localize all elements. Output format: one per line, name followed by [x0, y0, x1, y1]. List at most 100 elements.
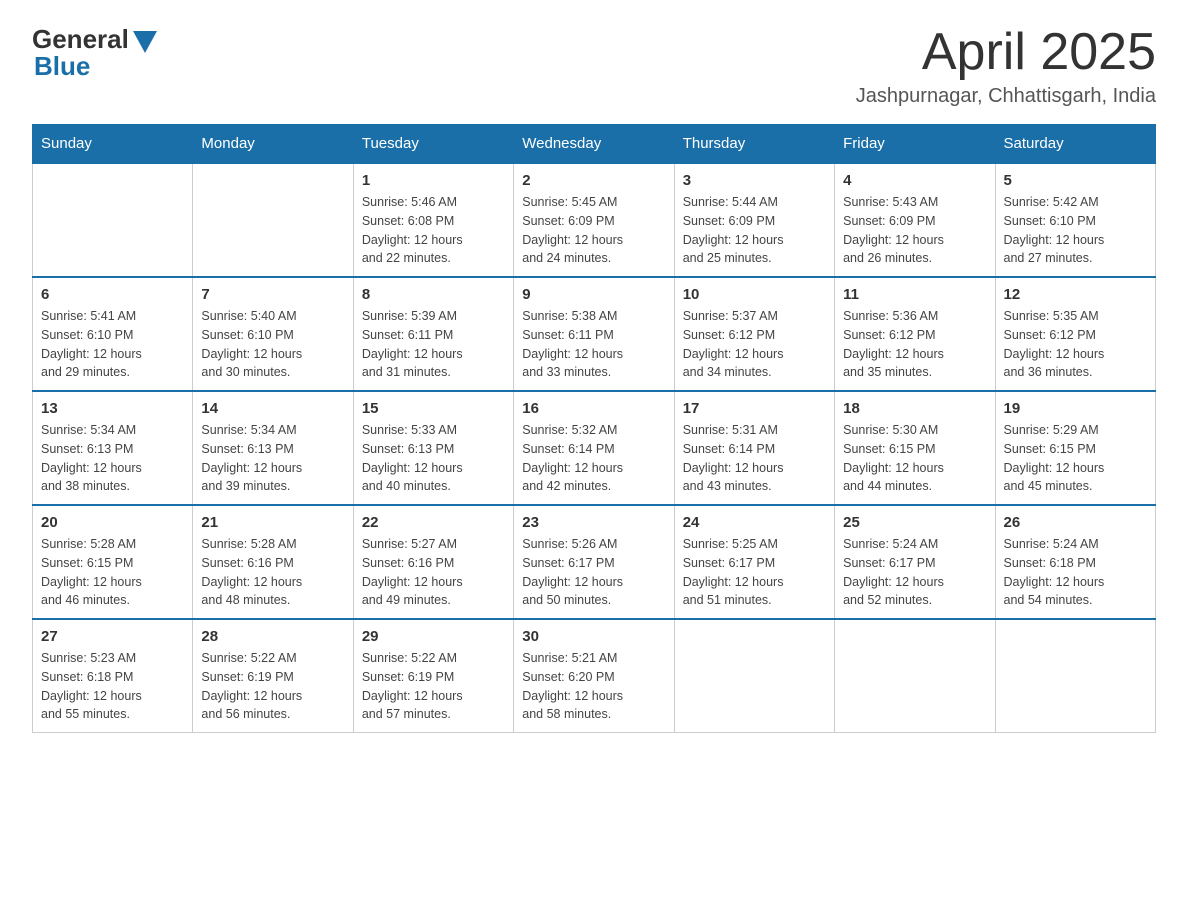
- day-info: Sunrise: 5:33 AMSunset: 6:13 PMDaylight:…: [362, 421, 505, 496]
- day-info: Sunrise: 5:35 AMSunset: 6:12 PMDaylight:…: [1004, 307, 1147, 382]
- calendar-cell: 6 Sunrise: 5:41 AMSunset: 6:10 PMDaylight…: [33, 277, 193, 391]
- day-info: Sunrise: 5:21 AMSunset: 6:20 PMDaylight:…: [522, 649, 665, 724]
- day-info: Sunrise: 5:36 AMSunset: 6:12 PMDaylight:…: [843, 307, 986, 382]
- main-title: April 2025: [856, 24, 1156, 81]
- calendar-cell: 22 Sunrise: 5:27 AMSunset: 6:16 PMDayligh…: [353, 505, 513, 619]
- day-number: 24: [683, 514, 826, 531]
- day-info: Sunrise: 5:26 AMSunset: 6:17 PMDaylight:…: [522, 535, 665, 610]
- calendar-cell: 30 Sunrise: 5:21 AMSunset: 6:20 PMDayligh…: [514, 619, 674, 733]
- calendar-cell: 12 Sunrise: 5:35 AMSunset: 6:12 PMDayligh…: [995, 277, 1155, 391]
- day-info: Sunrise: 5:45 AMSunset: 6:09 PMDaylight:…: [522, 193, 665, 268]
- calendar-cell: [674, 619, 834, 733]
- day-number: 19: [1004, 400, 1147, 417]
- day-number: 14: [201, 400, 344, 417]
- week-row-4: 20 Sunrise: 5:28 AMSunset: 6:15 PMDayligh…: [33, 505, 1156, 619]
- day-number: 22: [362, 514, 505, 531]
- day-number: 6: [41, 286, 184, 303]
- day-header-monday: Monday: [193, 125, 353, 164]
- day-number: 16: [522, 400, 665, 417]
- day-info: Sunrise: 5:42 AMSunset: 6:10 PMDaylight:…: [1004, 193, 1147, 268]
- day-info: Sunrise: 5:37 AMSunset: 6:12 PMDaylight:…: [683, 307, 826, 382]
- day-header-friday: Friday: [835, 125, 995, 164]
- day-info: Sunrise: 5:24 AMSunset: 6:18 PMDaylight:…: [1004, 535, 1147, 610]
- day-number: 23: [522, 514, 665, 531]
- day-number: 17: [683, 400, 826, 417]
- day-number: 26: [1004, 514, 1147, 531]
- day-info: Sunrise: 5:25 AMSunset: 6:17 PMDaylight:…: [683, 535, 826, 610]
- week-row-1: 1Sunrise: 5:46 AMSunset: 6:08 PMDaylight…: [33, 163, 1156, 277]
- day-number: 15: [362, 400, 505, 417]
- page-header: General Blue April 2025 Jashpurnagar, Ch…: [32, 24, 1156, 108]
- day-info: Sunrise: 5:43 AMSunset: 6:09 PMDaylight:…: [843, 193, 986, 268]
- day-info: Sunrise: 5:39 AMSunset: 6:11 PMDaylight:…: [362, 307, 505, 382]
- week-row-3: 13 Sunrise: 5:34 AMSunset: 6:13 PMDayligh…: [33, 391, 1156, 505]
- calendar-cell: 10 Sunrise: 5:37 AMSunset: 6:12 PMDayligh…: [674, 277, 834, 391]
- calendar-cell: [995, 619, 1155, 733]
- calendar-cell: 27Sunrise: 5:23 AMSunset: 6:18 PMDayligh…: [33, 619, 193, 733]
- day-number: 29: [362, 628, 505, 645]
- day-info: Sunrise: 5:40 AMSunset: 6:10 PMDaylight:…: [201, 307, 344, 382]
- logo-blue-text: Blue: [34, 51, 90, 82]
- calendar-cell: 21Sunrise: 5:28 AMSunset: 6:16 PMDayligh…: [193, 505, 353, 619]
- day-info: Sunrise: 5:22 AMSunset: 6:19 PMDaylight:…: [362, 649, 505, 724]
- day-number: 10: [683, 286, 826, 303]
- day-number: 2: [522, 172, 665, 189]
- calendar-cell: 29 Sunrise: 5:22 AMSunset: 6:19 PMDayligh…: [353, 619, 513, 733]
- calendar-header: SundayMondayTuesdayWednesdayThursdayFrid…: [33, 125, 1156, 164]
- calendar-cell: 13 Sunrise: 5:34 AMSunset: 6:13 PMDayligh…: [33, 391, 193, 505]
- day-info: Sunrise: 5:41 AMSunset: 6:10 PMDaylight:…: [41, 307, 184, 382]
- day-info: Sunrise: 5:27 AMSunset: 6:16 PMDaylight:…: [362, 535, 505, 610]
- calendar-cell: 7 Sunrise: 5:40 AMSunset: 6:10 PMDaylight…: [193, 277, 353, 391]
- day-info: Sunrise: 5:29 AMSunset: 6:15 PMDaylight:…: [1004, 421, 1147, 496]
- calendar-cell: [33, 163, 193, 277]
- calendar-cell: [835, 619, 995, 733]
- day-number: 7: [201, 286, 344, 303]
- week-row-5: 27Sunrise: 5:23 AMSunset: 6:18 PMDayligh…: [33, 619, 1156, 733]
- calendar-cell: 26 Sunrise: 5:24 AMSunset: 6:18 PMDayligh…: [995, 505, 1155, 619]
- day-number: 18: [843, 400, 986, 417]
- day-info: Sunrise: 5:31 AMSunset: 6:14 PMDaylight:…: [683, 421, 826, 496]
- calendar-cell: 4 Sunrise: 5:43 AMSunset: 6:09 PMDaylight…: [835, 163, 995, 277]
- day-number: 27: [41, 628, 184, 645]
- subtitle: Jashpurnagar, Chhattisgarh, India: [856, 85, 1156, 108]
- day-number: 8: [362, 286, 505, 303]
- calendar-cell: [193, 163, 353, 277]
- day-number: 28: [201, 628, 344, 645]
- day-info: Sunrise: 5:34 AMSunset: 6:13 PMDaylight:…: [41, 421, 184, 496]
- calendar-cell: 1Sunrise: 5:46 AMSunset: 6:08 PMDaylight…: [353, 163, 513, 277]
- title-section: April 2025 Jashpurnagar, Chhattisgarh, I…: [856, 24, 1156, 108]
- day-number: 4: [843, 172, 986, 189]
- calendar-cell: 14Sunrise: 5:34 AMSunset: 6:13 PMDayligh…: [193, 391, 353, 505]
- day-info: Sunrise: 5:28 AMSunset: 6:16 PMDaylight:…: [201, 535, 344, 610]
- day-number: 12: [1004, 286, 1147, 303]
- day-header-wednesday: Wednesday: [514, 125, 674, 164]
- calendar-cell: 9Sunrise: 5:38 AMSunset: 6:11 PMDaylight…: [514, 277, 674, 391]
- calendar-cell: 3 Sunrise: 5:44 AMSunset: 6:09 PMDaylight…: [674, 163, 834, 277]
- calendar-cell: 5Sunrise: 5:42 AMSunset: 6:10 PMDaylight…: [995, 163, 1155, 277]
- day-number: 3: [683, 172, 826, 189]
- calendar-cell: 19 Sunrise: 5:29 AMSunset: 6:15 PMDayligh…: [995, 391, 1155, 505]
- logo-triangle-icon: [133, 31, 157, 53]
- day-info: Sunrise: 5:24 AMSunset: 6:17 PMDaylight:…: [843, 535, 986, 610]
- calendar-cell: 18Sunrise: 5:30 AMSunset: 6:15 PMDayligh…: [835, 391, 995, 505]
- day-header-row: SundayMondayTuesdayWednesdayThursdayFrid…: [33, 125, 1156, 164]
- day-header-tuesday: Tuesday: [353, 125, 513, 164]
- day-number: 13: [41, 400, 184, 417]
- day-info: Sunrise: 5:28 AMSunset: 6:15 PMDaylight:…: [41, 535, 184, 610]
- day-number: 30: [522, 628, 665, 645]
- day-header-sunday: Sunday: [33, 125, 193, 164]
- calendar-cell: 28Sunrise: 5:22 AMSunset: 6:19 PMDayligh…: [193, 619, 353, 733]
- calendar-cell: 16Sunrise: 5:32 AMSunset: 6:14 PMDayligh…: [514, 391, 674, 505]
- calendar-cell: 17 Sunrise: 5:31 AMSunset: 6:14 PMDayligh…: [674, 391, 834, 505]
- day-header-thursday: Thursday: [674, 125, 834, 164]
- day-info: Sunrise: 5:44 AMSunset: 6:09 PMDaylight:…: [683, 193, 826, 268]
- day-number: 20: [41, 514, 184, 531]
- week-row-2: 6 Sunrise: 5:41 AMSunset: 6:10 PMDaylight…: [33, 277, 1156, 391]
- calendar-cell: 25Sunrise: 5:24 AMSunset: 6:17 PMDayligh…: [835, 505, 995, 619]
- calendar-cell: 11Sunrise: 5:36 AMSunset: 6:12 PMDayligh…: [835, 277, 995, 391]
- calendar-cell: 20 Sunrise: 5:28 AMSunset: 6:15 PMDayligh…: [33, 505, 193, 619]
- day-number: 9: [522, 286, 665, 303]
- day-info: Sunrise: 5:46 AMSunset: 6:08 PMDaylight:…: [362, 193, 505, 268]
- calendar-cell: 24 Sunrise: 5:25 AMSunset: 6:17 PMDayligh…: [674, 505, 834, 619]
- calendar-table: SundayMondayTuesdayWednesdayThursdayFrid…: [32, 124, 1156, 733]
